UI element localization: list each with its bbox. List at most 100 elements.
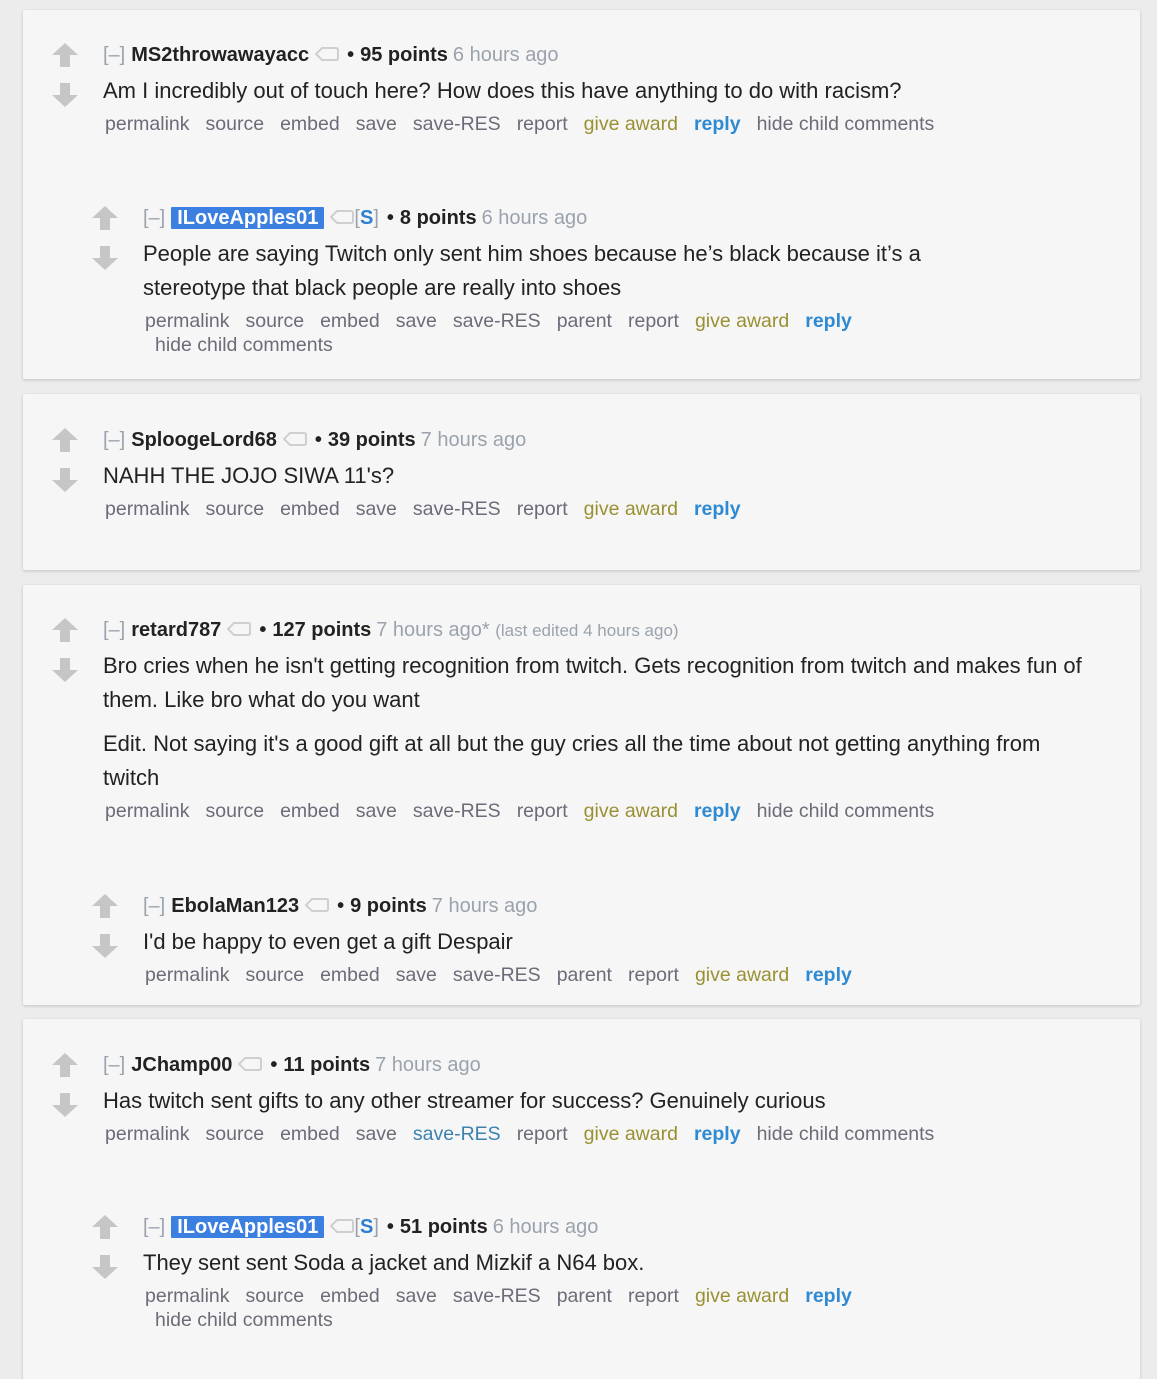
user-tag-icon[interactable] [282,428,307,454]
save-res-button[interactable]: save-RES [453,964,541,986]
report-button[interactable]: report [628,1285,679,1307]
permalink-button[interactable]: permalink [145,964,230,986]
source-button[interactable]: source [206,113,265,135]
report-button[interactable]: report [517,498,568,520]
upvote-arrow-icon[interactable] [91,205,119,231]
source-button[interactable]: source [246,964,305,986]
save-button[interactable]: save [396,310,437,332]
source-button[interactable]: source [206,498,265,520]
give-award-button[interactable]: give award [695,310,789,332]
user-tag-icon[interactable] [237,1053,263,1079]
downvote-arrow-icon[interactable] [91,1254,119,1280]
embed-button[interactable]: embed [320,1285,380,1307]
report-button[interactable]: report [517,800,568,822]
embed-button[interactable]: embed [320,310,380,332]
permalink-button[interactable]: permalink [145,1285,230,1307]
downvote-arrow-icon[interactable] [51,657,79,683]
downvote-arrow-icon[interactable] [91,933,119,959]
reply-button[interactable]: reply [694,498,741,520]
submitter-flag[interactable]: S [360,1216,373,1238]
reply-button[interactable]: reply [805,964,852,986]
give-award-button[interactable]: give award [584,800,678,822]
upvote-arrow-icon[interactable] [91,1214,119,1240]
upvote-arrow-icon[interactable] [51,427,79,453]
author-link[interactable]: SploogeLord68 [131,429,277,451]
save-button[interactable]: save [396,964,437,986]
user-tag-icon[interactable] [330,206,355,232]
downvote-arrow-icon[interactable] [51,1092,79,1118]
source-button[interactable]: source [206,800,265,822]
submitter-flag[interactable]: S [360,207,373,229]
give-award-button[interactable]: give award [695,964,789,986]
embed-button[interactable]: embed [280,1123,340,1145]
collapse-toggle[interactable]: [–] [103,619,125,641]
give-award-button[interactable]: give award [584,113,678,135]
hide-child-comments-button[interactable]: hide child comments [757,113,935,135]
give-award-button[interactable]: give award [695,1285,789,1307]
reply-button[interactable]: reply [805,310,852,332]
save-res-button[interactable]: save-RES [413,113,501,135]
user-tag-icon[interactable] [314,43,340,69]
save-res-button[interactable]: save-RES [413,1123,501,1145]
reply-button[interactable]: reply [805,1285,852,1307]
downvote-arrow-icon[interactable] [51,467,79,493]
collapse-toggle[interactable]: [–] [143,207,165,229]
user-tag-icon[interactable] [330,1215,355,1241]
report-button[interactable]: report [517,1123,568,1145]
give-award-button[interactable]: give award [584,498,678,520]
user-tag-icon[interactable] [226,618,252,644]
parent-button[interactable]: parent [557,964,612,986]
collapse-toggle[interactable]: [–] [143,895,165,917]
embed-button[interactable]: embed [280,498,340,520]
permalink-button[interactable]: permalink [145,310,230,332]
hide-child-comments-button[interactable]: hide child comments [155,1308,929,1332]
save-res-button[interactable]: save-RES [453,1285,541,1307]
source-button[interactable]: source [246,310,305,332]
reply-button[interactable]: reply [694,113,741,135]
save-button[interactable]: save [356,498,397,520]
collapse-toggle[interactable]: [–] [103,1054,125,1076]
save-button[interactable]: save [356,113,397,135]
permalink-button[interactable]: permalink [105,800,190,822]
report-button[interactable]: report [628,310,679,332]
save-button[interactable]: save [356,1123,397,1145]
author-link[interactable]: JChamp00 [131,1054,232,1076]
permalink-button[interactable]: permalink [105,498,190,520]
hide-child-comments-button[interactable]: hide child comments [757,800,935,822]
author-link[interactable]: retard787 [131,619,221,641]
embed-button[interactable]: embed [320,964,380,986]
upvote-arrow-icon[interactable] [51,1052,79,1078]
save-res-button[interactable]: save-RES [413,800,501,822]
save-button[interactable]: save [356,800,397,822]
collapse-toggle[interactable]: [–] [103,44,125,66]
hide-child-comments-button[interactable]: hide child comments [757,1123,935,1145]
permalink-button[interactable]: permalink [105,113,190,135]
downvote-arrow-icon[interactable] [51,82,79,108]
report-button[interactable]: report [517,113,568,135]
author-link[interactable]: EbolaMan123 [171,895,299,917]
upvote-arrow-icon[interactable] [51,617,79,643]
source-button[interactable]: source [206,1123,265,1145]
report-button[interactable]: report [628,964,679,986]
reply-button[interactable]: reply [694,800,741,822]
parent-button[interactable]: parent [557,310,612,332]
save-button[interactable]: save [396,1285,437,1307]
downvote-arrow-icon[interactable] [91,245,119,271]
save-res-button[interactable]: save-RES [413,498,501,520]
embed-button[interactable]: embed [280,113,340,135]
author-link-op[interactable]: ILoveApples01 [171,207,325,229]
give-award-button[interactable]: give award [584,1123,678,1145]
upvote-arrow-icon[interactable] [91,893,119,919]
parent-button[interactable]: parent [557,1285,612,1307]
reply-button[interactable]: reply [694,1123,741,1145]
collapse-toggle[interactable]: [–] [103,429,125,451]
permalink-button[interactable]: permalink [105,1123,190,1145]
upvote-arrow-icon[interactable] [51,42,79,68]
embed-button[interactable]: embed [280,800,340,822]
author-link[interactable]: MS2throwawayacc [131,44,309,66]
user-tag-icon[interactable] [304,894,330,920]
hide-child-comments-button[interactable]: hide child comments [155,333,929,357]
save-res-button[interactable]: save-RES [453,310,541,332]
author-link-op[interactable]: ILoveApples01 [171,1216,325,1238]
collapse-toggle[interactable]: [–] [143,1216,165,1238]
